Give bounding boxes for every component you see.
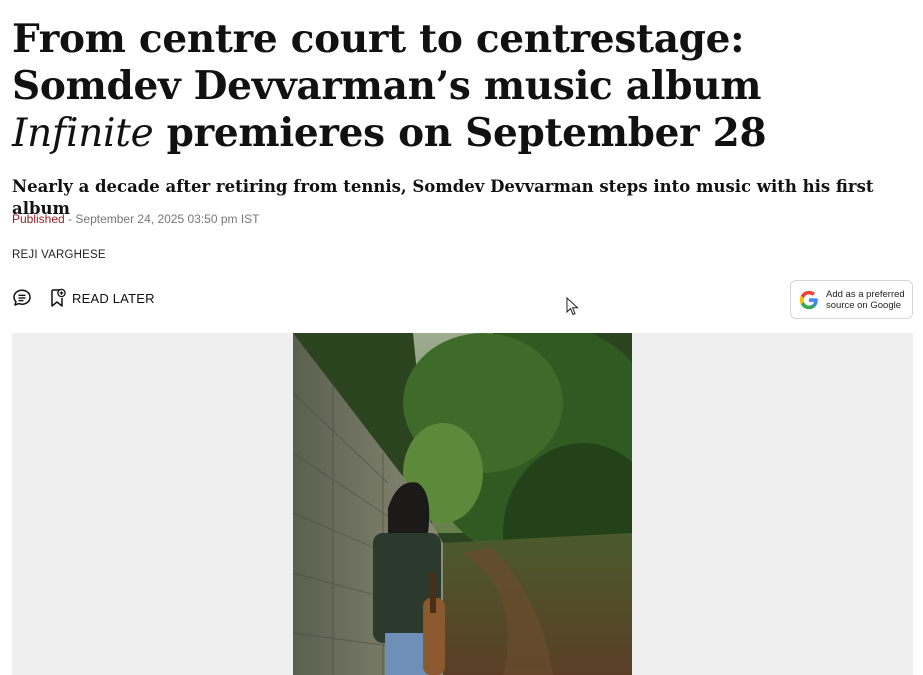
article-lead-media: [12, 333, 913, 675]
article-headline: From centre court to centrestage: Somdev…: [12, 16, 912, 157]
headline-text: From centre court to centrestage: Somdev…: [12, 16, 762, 109]
lead-photo-illustration: [293, 333, 632, 675]
lead-photo[interactable]: [293, 333, 632, 675]
preferred-source-line2: source on Google: [826, 299, 901, 311]
headline-album-title: Infinite: [12, 111, 154, 156]
mouse-cursor-icon: [566, 297, 579, 316]
google-g-icon: [799, 290, 818, 309]
published-date: September 24, 2025 03:50 pm IST: [75, 212, 260, 226]
author-byline[interactable]: REJI VARGHESE: [12, 249, 106, 261]
article-actions: READ LATER: [12, 286, 155, 310]
comment-icon: [13, 289, 31, 306]
read-later-button[interactable]: READ LATER: [50, 288, 155, 308]
preferred-source-label: Add as a preferred source on Google: [826, 289, 905, 311]
published-label: Published: [12, 212, 65, 226]
comments-button[interactable]: [12, 288, 50, 308]
publish-info: Published - September 24, 2025 03:50 pm …: [12, 212, 260, 226]
preferred-source-google-button[interactable]: Add as a preferred source on Google: [790, 280, 913, 319]
bookmark-add-icon: [51, 288, 66, 307]
published-separator: -: [64, 212, 76, 226]
read-later-label: READ LATER: [72, 290, 155, 306]
preferred-source-line1: Add as a preferred: [826, 288, 905, 300]
headline-text-end: premieres on September 28: [153, 110, 767, 156]
